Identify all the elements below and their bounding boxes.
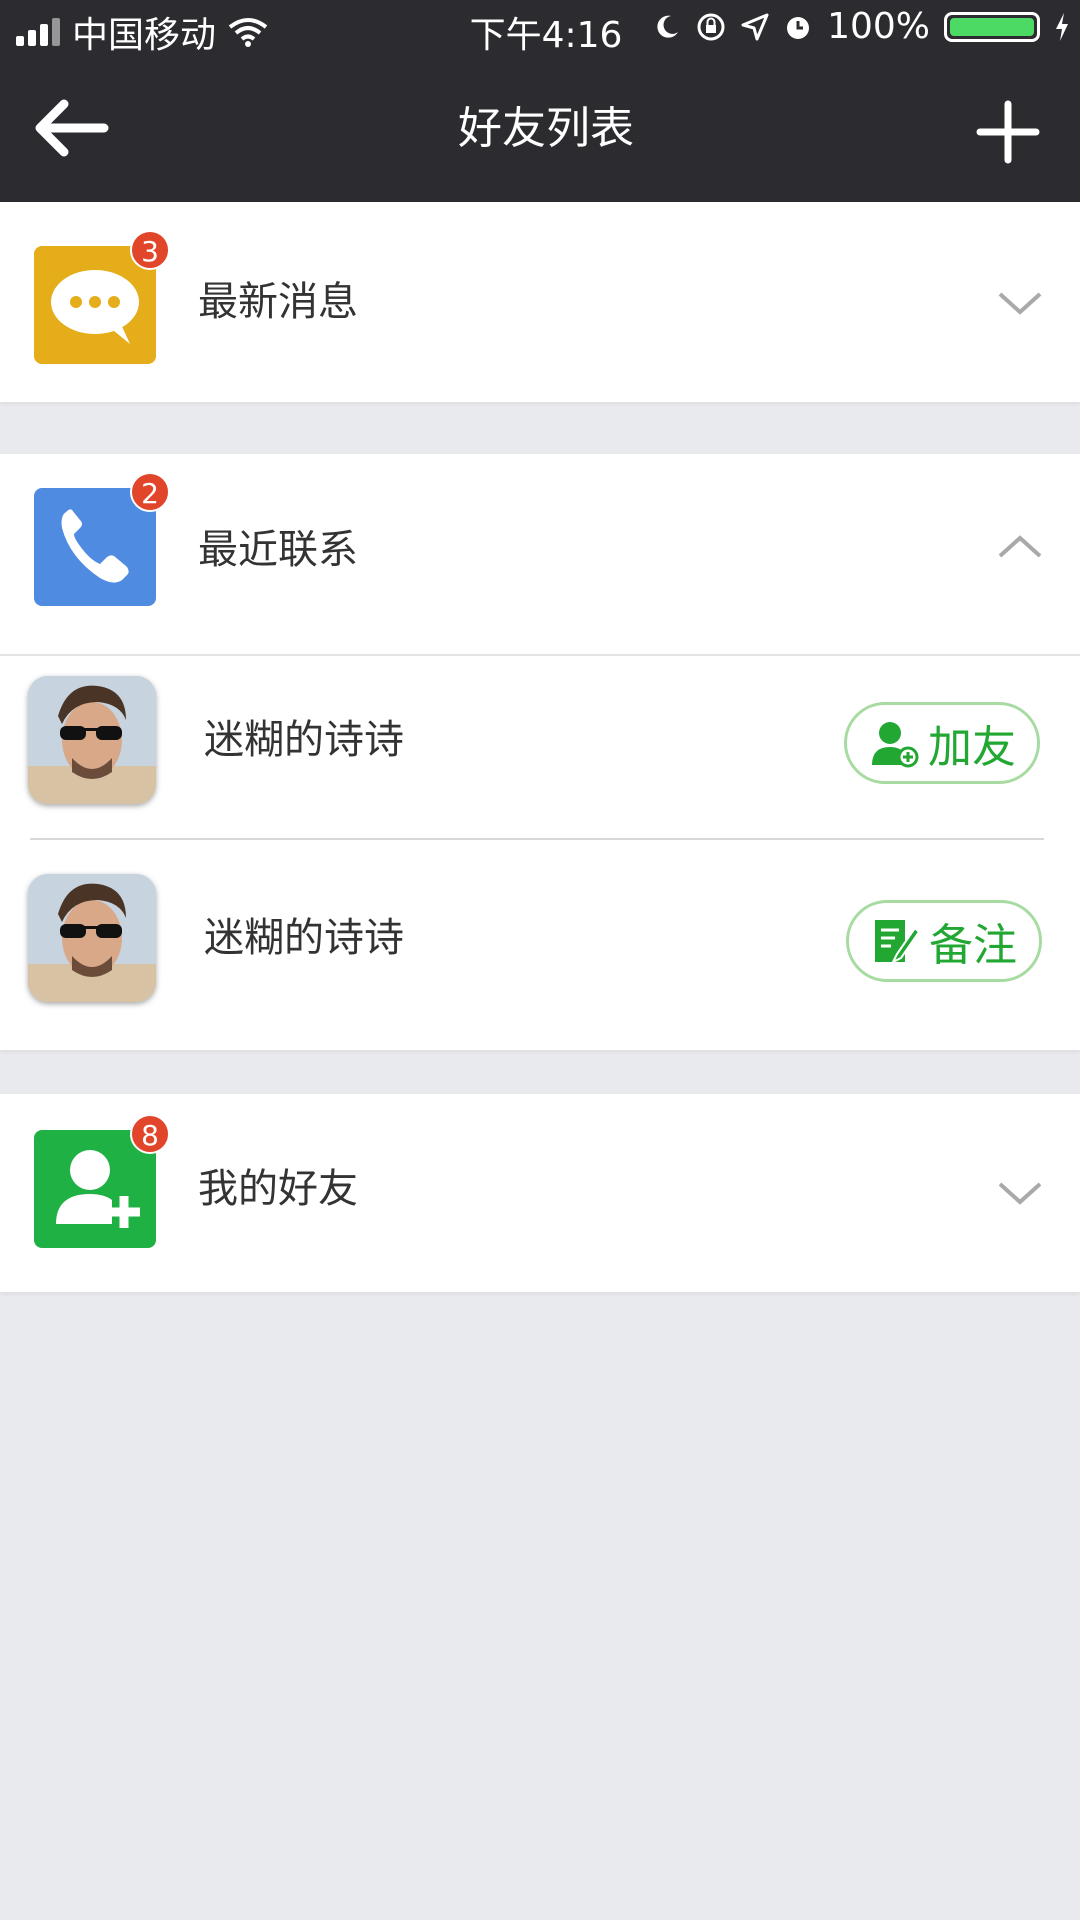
action-label: 备注 (929, 920, 1017, 971)
chevron-down-icon[interactable] (998, 282, 1042, 326)
page-title: 好友列表 (458, 103, 634, 154)
section-recent-contacts: 2 最近联系 迷糊的诗诗 加友 迷糊的诗诗 备注 (0, 454, 1080, 1050)
edit-note-icon (875, 920, 921, 965)
battery-icon (944, 11, 1040, 42)
edit-note-button[interactable]: 备注 (846, 900, 1042, 982)
section-my-friends[interactable]: 8 我的好友 (0, 1094, 1080, 1292)
contact-name: 迷糊的诗诗 (204, 915, 404, 961)
chevron-down-icon[interactable] (998, 1172, 1042, 1216)
add-friend-icon (872, 722, 919, 768)
unread-badge: 8 (130, 1114, 170, 1154)
rotation-lock-icon (697, 13, 725, 40)
section-label: 最近联系 (198, 527, 358, 573)
avatar (28, 676, 156, 804)
divider (30, 838, 1044, 840)
alarm-icon (787, 16, 810, 39)
unread-badge: 2 (130, 472, 170, 512)
charging-icon (1056, 12, 1068, 41)
action-label: 加友 (928, 722, 1016, 773)
battery-percent: 100% (827, 6, 930, 47)
section-label: 最新消息 (198, 279, 358, 325)
section-header-recent-contacts[interactable]: 2 最近联系 (0, 454, 1080, 656)
unread-badge: 3 (130, 230, 170, 270)
location-icon (741, 13, 769, 40)
section-label: 我的好友 (198, 1166, 358, 1212)
section-latest-messages[interactable]: 3 最新消息 (0, 202, 1080, 402)
plus-icon[interactable] (976, 100, 1040, 164)
nav-bar: 好友列表 (0, 56, 1080, 202)
contact-row[interactable]: 迷糊的诗诗 加友 (0, 654, 1080, 854)
status-bar: 中国移动 下午4:16 100% (0, 0, 1080, 56)
contact-name: 迷糊的诗诗 (204, 717, 404, 763)
chevron-up-icon[interactable] (998, 524, 1042, 568)
avatar (28, 874, 156, 1002)
add-friend-button[interactable]: 加友 (844, 702, 1040, 784)
contact-row[interactable]: 迷糊的诗诗 备注 (0, 854, 1080, 1050)
moon-icon (657, 15, 679, 38)
